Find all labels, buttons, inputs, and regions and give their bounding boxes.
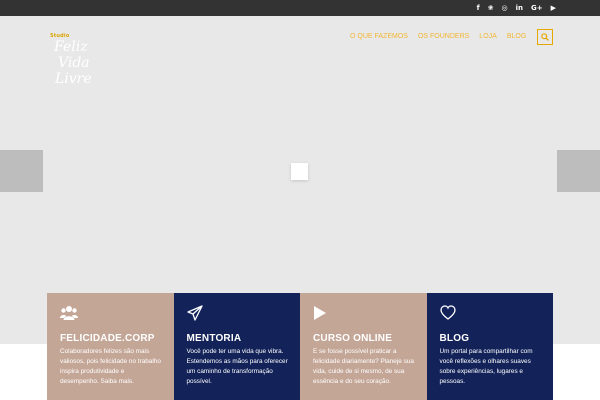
- feature-cards: FELICIDADE.CORP Colaboradores felizes sã…: [47, 293, 553, 400]
- heart-icon: [439, 305, 542, 323]
- linkedin-icon[interactable]: in: [516, 0, 523, 16]
- play-icon: [313, 305, 415, 323]
- card-title: CURSO ONLINE: [313, 333, 393, 344]
- instagram-icon[interactable]: ◎: [501, 0, 507, 16]
- users-icon: [60, 305, 162, 323]
- logo-line-3: Livre: [55, 71, 92, 87]
- card-blog[interactable]: BLOG Um portal para compartilhar com voc…: [426, 293, 553, 400]
- card-text: Colaboradores felizes são mais valiosos,…: [60, 348, 161, 385]
- social-links: f ❀ ◎ in G+ ▶: [477, 0, 556, 16]
- top-bar: f ❀ ◎ in G+ ▶: [0, 0, 600, 16]
- paper-plane-icon: [186, 305, 289, 323]
- card-mentoria[interactable]: MENTORIA Você pode ter uma vida que vibr…: [173, 293, 300, 400]
- card-title: BLOG: [439, 333, 470, 344]
- site-logo[interactable]: Studio Feliz Vida Livre: [50, 29, 98, 93]
- youtube-icon[interactable]: ▶: [551, 0, 556, 16]
- slider-next-button[interactable]: [557, 150, 600, 192]
- search-icon: [541, 33, 549, 41]
- google-plus-icon[interactable]: G+: [531, 0, 543, 16]
- card-text: Você pode ter uma vida que vibra. Estend…: [186, 348, 288, 385]
- nav-item-loja[interactable]: LOJA: [479, 30, 497, 44]
- nav-item-os-founders[interactable]: OS FOUNDERS: [418, 30, 469, 44]
- slider-prev-button[interactable]: [0, 150, 43, 192]
- logo-line-2: Vida: [58, 55, 90, 71]
- card-curso-online[interactable]: CURSO ONLINE E se fosse possível pratica…: [300, 293, 427, 400]
- card-felicidade-corp[interactable]: FELICIDADE.CORP Colaboradores felizes sã…: [47, 293, 174, 400]
- logo-line-1: Feliz: [54, 39, 88, 55]
- card-text: E se fosse possível praticar a felicidad…: [313, 348, 414, 385]
- loading-spinner: [291, 163, 308, 180]
- card-title: MENTORIA: [186, 333, 242, 344]
- facebook-icon[interactable]: f: [477, 0, 480, 16]
- twitter-icon[interactable]: ❀: [488, 0, 494, 16]
- search-button[interactable]: [537, 29, 553, 45]
- card-text: Um portal para compartilhar com você ref…: [439, 348, 533, 385]
- main-nav: O QUE FAZEMOS OS FOUNDERS LOJA BLOG: [350, 30, 526, 44]
- card-title: FELICIDADE.CORP: [60, 333, 155, 344]
- nav-item-o-que-fazemos[interactable]: O QUE FAZEMOS: [350, 30, 408, 44]
- nav-item-blog[interactable]: BLOG: [507, 30, 526, 44]
